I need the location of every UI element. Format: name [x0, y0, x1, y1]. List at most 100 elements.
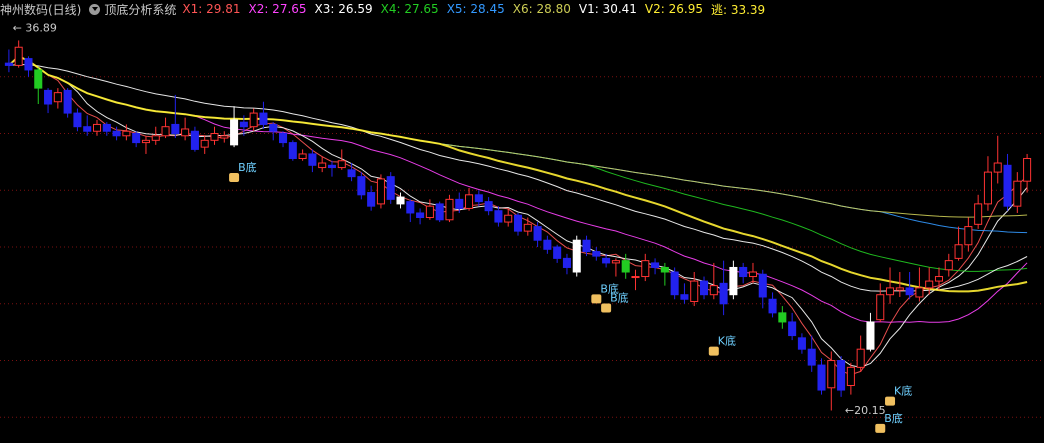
signal-label: B底	[884, 411, 903, 425]
candle	[465, 188, 474, 211]
candle-body	[298, 153, 307, 159]
candle-body	[210, 133, 219, 141]
candle-body	[14, 46, 23, 66]
candle	[298, 149, 307, 161]
signal-label: K底	[718, 334, 736, 348]
series-line-x5	[8, 55, 1028, 234]
signal-badge-icon	[601, 303, 612, 313]
candle	[14, 40, 23, 68]
candle	[993, 135, 1002, 184]
candle	[376, 174, 385, 209]
candle-body	[357, 176, 366, 196]
candle-body	[53, 92, 62, 103]
candle-body	[396, 196, 405, 205]
candle-body	[171, 123, 180, 135]
candle-body	[925, 280, 934, 289]
signal-badge-icon	[708, 346, 719, 356]
candle	[680, 283, 689, 304]
candle-body	[376, 178, 385, 205]
candle	[1023, 153, 1032, 193]
high-price-label: ← 36.89	[13, 22, 57, 35]
series-line-x6	[8, 55, 1028, 218]
candle-body	[445, 198, 454, 221]
candle	[846, 362, 855, 395]
candle-body	[151, 135, 160, 141]
candle-body	[837, 360, 846, 391]
candle	[327, 160, 337, 177]
candle	[4, 49, 13, 73]
candle	[866, 312, 875, 352]
candle	[748, 262, 757, 284]
candle	[53, 88, 62, 109]
candle-body	[954, 244, 963, 259]
candle	[474, 190, 483, 207]
candle-body	[807, 348, 816, 366]
candle-body	[699, 280, 709, 296]
candle	[435, 201, 444, 223]
candle-body	[24, 58, 33, 71]
candle-body	[651, 262, 660, 268]
candle-body	[249, 112, 258, 128]
candle	[357, 172, 366, 200]
candle	[161, 117, 170, 139]
candles[interactable]	[4, 40, 1032, 411]
candlestick-chart[interactable]: B底B底B底K底K底B底 ← 36.89 ←20.15	[0, 0, 1044, 443]
candle-body	[905, 287, 914, 296]
candle	[670, 267, 679, 300]
candle	[92, 119, 102, 136]
annotations: B底B底B底K底K底B底	[229, 160, 912, 433]
candle-body	[886, 287, 895, 296]
candle	[34, 67, 43, 104]
candle-body	[347, 169, 356, 178]
candle-body	[279, 133, 288, 144]
series-line-v1	[8, 63, 1028, 292]
candle-body	[386, 176, 395, 200]
candle	[269, 122, 278, 141]
candle	[63, 88, 72, 118]
candle-body	[190, 130, 199, 150]
candle	[200, 135, 209, 154]
candle-body	[239, 121, 248, 128]
candle	[210, 126, 219, 145]
candle	[83, 115, 92, 136]
signal-label: B底	[238, 160, 257, 174]
candle-body	[964, 226, 973, 246]
candle-body	[4, 62, 13, 66]
candle-body	[308, 153, 317, 166]
candle-body	[680, 294, 689, 300]
candle	[572, 235, 581, 277]
candle-body	[719, 282, 728, 305]
candle	[386, 172, 395, 204]
candle-body	[1003, 164, 1012, 207]
candle	[318, 156, 327, 173]
candle-body	[523, 223, 532, 232]
candle	[944, 253, 953, 277]
candle-body	[44, 89, 53, 105]
candle-body	[63, 89, 72, 114]
candle	[768, 292, 777, 318]
bottom-signal: B底	[229, 160, 257, 182]
candle	[974, 194, 983, 229]
candle-body	[582, 239, 591, 253]
signal-label: K底	[894, 384, 912, 398]
candle	[308, 149, 317, 173]
candle-body	[856, 348, 865, 368]
candle-body	[739, 266, 748, 278]
candle	[690, 272, 699, 307]
candle-body	[934, 276, 944, 282]
candle-body	[572, 239, 581, 273]
candle	[886, 267, 895, 304]
signal-badge-icon	[591, 294, 602, 304]
candle-body	[562, 257, 571, 268]
candle-body	[660, 266, 669, 273]
candle-body	[494, 210, 503, 223]
candle-body	[269, 123, 278, 132]
candle-body	[474, 194, 483, 203]
candle-body	[406, 201, 415, 214]
candle	[230, 106, 239, 148]
candle-body	[641, 260, 650, 278]
candle	[817, 358, 826, 395]
candle-body	[866, 321, 875, 350]
candle	[484, 197, 493, 216]
candle-body	[690, 280, 699, 303]
